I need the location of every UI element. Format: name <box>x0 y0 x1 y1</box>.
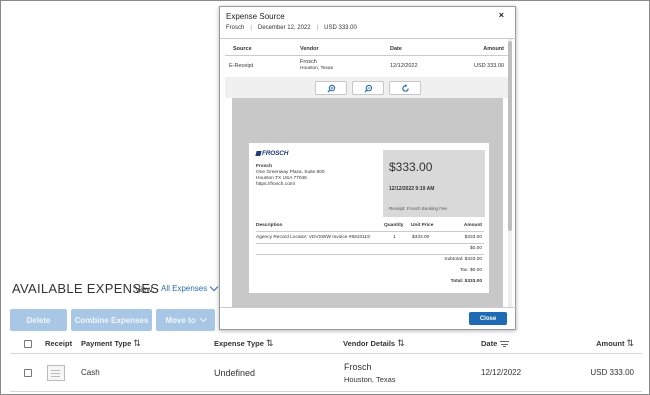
receipt-line-unit-price: $333.00 <box>412 235 430 240</box>
combine-expenses-button[interactable]: Combine Expenses <box>71 309 152 331</box>
sort-icon: ⇅ <box>397 338 405 348</box>
header-amount[interactable]: Amount ⇅ <box>596 334 634 353</box>
app-frame: AVAILABLE EXPENSES View: All Expenses De… <box>0 0 650 395</box>
header-expense-type-label: Expense Type <box>214 339 264 348</box>
dialog-body: Source Vendor Date Amount E-Receipt Fros… <box>225 39 509 307</box>
receipt-col-amount: Amount <box>463 223 482 228</box>
receipt-tax: Tax: $0.00 <box>459 268 482 273</box>
receipt-line-quantity: 1 <box>393 235 396 240</box>
receipt-website: https://frosch.com/ <box>256 182 296 187</box>
receipt-line-amount: $333.00 <box>464 235 482 240</box>
receipt-address: Frosch One Greenway Plaza, Suite 800 Hou… <box>256 164 325 188</box>
move-to-label: Move to <box>165 315 196 325</box>
close-icon[interactable]: × <box>499 10 504 20</box>
scrollbar-thumb[interactable] <box>508 41 512 231</box>
receipt-image: FROSCH Frosch One Greenway Plaza, Suite … <box>249 143 489 293</box>
table-header: Receipt Payment Type ⇅ Expense Type ⇅ Ve… <box>10 334 642 354</box>
table-row[interactable]: Cash Undefined Frosch Houston, Texas 12/… <box>10 354 642 392</box>
zoom-out-icon <box>363 84 372 93</box>
cell-vendor-details: Frosch Houston, Texas <box>344 354 396 391</box>
cell-expense-type: Undefined <box>214 367 256 378</box>
delete-button[interactable]: Delete <box>10 309 67 331</box>
source-vendor-location: Houston, Texas <box>300 66 333 71</box>
zoom-in-button[interactable] <box>315 81 347 95</box>
header-vendor-details-label: Vendor Details <box>343 339 396 348</box>
source-date: 12/12/2022 <box>390 63 418 69</box>
receipt-thumbnail-icon[interactable] <box>47 364 65 381</box>
header-date[interactable]: Date <box>481 334 510 353</box>
receipt-total-big: $333.00 <box>389 160 433 174</box>
vendor-header: Vendor <box>300 46 319 52</box>
receipt-datetime: 12/12/2022 9:19 AM <box>389 186 435 192</box>
cell-amount: USD 333.00 <box>590 368 634 377</box>
dialog-subtitle: Frosch | December 12, 2022 | USD 333.00 <box>226 25 357 31</box>
subtitle-vendor: Frosch <box>226 25 245 31</box>
sort-icon: ⇅ <box>133 338 141 348</box>
receipt-viewer: FROSCH Frosch One Greenway Plaza, Suite … <box>232 98 503 307</box>
expense-toolbar: Delete Combine Expenses Move to <box>10 309 220 331</box>
logo-text: FROSCH <box>262 150 289 157</box>
source-vendor-name: Frosch <box>300 59 317 65</box>
receipt-line-description: Agency Record Locator: VDVSWW Invoice #6… <box>256 235 370 240</box>
header-amount-label: Amount <box>596 339 625 348</box>
receipt-total: Total: $333.00 <box>450 279 482 284</box>
filter-icon <box>500 340 510 347</box>
zoom-out-button[interactable] <box>352 81 384 95</box>
rotate-icon <box>401 83 409 92</box>
receipt-summary-box: $333.00 12/12/2022 9:19 AM Receipt: Fros… <box>383 150 485 217</box>
move-to-button[interactable]: Move to <box>156 309 215 331</box>
logo-mark-icon <box>255 151 262 156</box>
view-dropdown-value: All Expenses <box>161 284 208 293</box>
view-dropdown[interactable]: All Expenses <box>161 282 219 293</box>
chevron-down-icon <box>199 314 207 323</box>
subtitle-amount: USD 333.00 <box>324 25 357 31</box>
header-payment-type-label: Payment Type <box>81 339 132 348</box>
header-receipt: Receipt <box>45 339 73 348</box>
zoom-in-icon <box>326 84 335 93</box>
sort-icon: ⇅ <box>626 338 634 348</box>
dialog-title: Expense Source <box>226 12 285 21</box>
rotate-button[interactable] <box>389 81 421 95</box>
receipt-subtotal: Subtotal: $333.00 <box>444 257 482 262</box>
receipt-zero-line: $0.00 <box>469 246 482 251</box>
cell-payment-type: Cash <box>81 368 100 377</box>
header-date-label: Date <box>481 339 498 348</box>
header-vendor-details[interactable]: Vendor Details ⇅ <box>343 334 405 353</box>
header-expense-type[interactable]: Expense Type ⇅ <box>214 334 273 353</box>
header-payment-type[interactable]: Payment Type ⇅ <box>81 334 141 353</box>
viewer-toolbar <box>225 77 509 98</box>
subtitle-date: December 12, 2022 <box>257 25 311 31</box>
view-label: View: <box>135 285 155 294</box>
dialog-scrollbar[interactable] <box>508 39 512 307</box>
receipt-col-description: Description <box>256 223 283 228</box>
chevron-down-icon <box>210 282 219 292</box>
amount-header: Amount <box>483 46 504 52</box>
sort-icon: ⇅ <box>265 338 274 348</box>
select-all-checkbox[interactable] <box>24 339 32 348</box>
expense-source-dialog: Expense Source × Frosch | December 12, 2… <box>219 6 517 330</box>
vendor-name: Frosch <box>344 361 372 372</box>
date-header: Date <box>390 46 402 52</box>
expenses-table: Receipt Payment Type ⇅ Expense Type ⇅ Ve… <box>10 334 642 392</box>
receipt-col-quantity: Quantity <box>384 223 404 228</box>
source-amount: USD 333.00 <box>474 63 504 69</box>
vendor-location: Houston, Texas <box>344 374 396 384</box>
receipt-description: Receipt: Frosch Booking Fee <box>389 206 448 211</box>
row-checkbox[interactable] <box>24 368 32 377</box>
close-button[interactable]: Close <box>469 312 507 325</box>
source-value: E-Receipt <box>229 63 254 69</box>
cell-date: 12/12/2022 <box>481 368 522 377</box>
frosch-logo: FROSCH <box>255 150 289 157</box>
receipt-col-unit-price: Unit Price <box>411 223 434 228</box>
source-header: Source <box>233 46 252 52</box>
